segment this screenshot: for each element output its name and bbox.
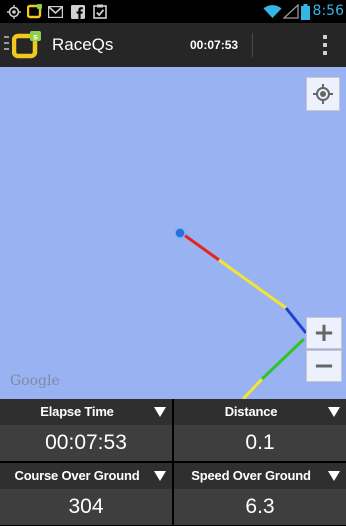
- raceqs-screen: 8:56 s RaceQs 00:07:53 + − Google Elapse…: [0, 0, 346, 526]
- course-over-ground-value: 304: [68, 495, 104, 518]
- google-attribution: Google: [10, 373, 60, 389]
- speed-over-ground-selector[interactable]: Speed Over Ground: [174, 463, 346, 489]
- clipboard-check-icon: [92, 4, 107, 19]
- zoom-out-button[interactable]: −: [306, 350, 342, 382]
- my-location-icon: [313, 84, 333, 104]
- status-bar: 8:56: [0, 0, 346, 23]
- distance-selector[interactable]: Distance: [174, 399, 346, 425]
- cell-label: Elapse Time: [40, 404, 114, 419]
- cell-label: Speed Over Ground: [191, 468, 311, 483]
- gmail-icon: [48, 4, 63, 19]
- status-time: 8:56: [312, 3, 344, 19]
- app-title: RaceQs: [52, 35, 114, 54]
- dropdown-arrow-icon[interactable]: [154, 471, 166, 481]
- speed-over-ground-value: 6.3: [245, 495, 275, 518]
- start-marker[interactable]: [174, 227, 186, 239]
- action-bar-divider: [252, 33, 253, 57]
- cell-value-row: 6.3: [174, 489, 346, 525]
- elapse-time-value: 00:07:53: [45, 431, 127, 454]
- dropdown-arrow-icon[interactable]: [328, 471, 340, 481]
- cell-value-row: 0.1: [174, 425, 346, 461]
- cell-label: Course Over Ground: [14, 468, 140, 483]
- track-segment-yellow: [218, 258, 287, 310]
- my-location-button[interactable]: [306, 77, 340, 111]
- raceqs-notification-icon: [27, 4, 42, 19]
- cell-value-row: 00:07:53: [0, 425, 172, 461]
- data-panel: Elapse Time 00:07:53 Distance 0.1 Course…: [0, 399, 346, 526]
- signal-icon: [283, 4, 299, 19]
- distance-value: 0.1: [245, 431, 275, 454]
- dropdown-arrow-icon[interactable]: [328, 407, 340, 417]
- wifi-icon: [263, 4, 282, 19]
- cell-value-row: 304: [0, 489, 172, 525]
- race-track: [174, 227, 308, 399]
- overflow-menu-icon[interactable]: [318, 35, 332, 57]
- track-segment-red: [179, 230, 220, 262]
- raceqs-logo-icon[interactable]: s: [11, 31, 42, 59]
- cell-label: Distance: [224, 404, 278, 419]
- facebook-icon: [70, 4, 85, 19]
- elapse-time-selector[interactable]: Elapse Time: [0, 399, 172, 425]
- dropdown-arrow-icon[interactable]: [154, 407, 166, 417]
- race-timer: 00:07:53: [190, 38, 239, 52]
- track-segment-blue: [284, 307, 308, 334]
- zoom-in-icon: +: [313, 318, 335, 348]
- map-view[interactable]: + − Google: [0, 67, 346, 399]
- action-bar: s RaceQs 00:07:53: [0, 23, 346, 68]
- svg-text:s: s: [33, 33, 38, 42]
- navigation-drawer-icon[interactable]: [4, 36, 10, 54]
- zoom-out-icon: −: [313, 351, 335, 381]
- course-over-ground-selector[interactable]: Course Over Ground: [0, 463, 172, 489]
- location-target-icon: [6, 4, 21, 19]
- track-segment-green: [260, 337, 306, 381]
- battery-icon: [300, 3, 310, 20]
- zoom-in-button[interactable]: +: [306, 317, 342, 349]
- track-segment-yellow-2: [241, 377, 264, 399]
